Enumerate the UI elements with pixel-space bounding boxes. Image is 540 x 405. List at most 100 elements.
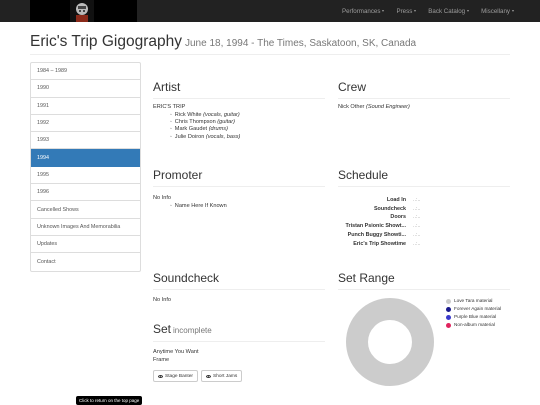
crew-divider bbox=[338, 98, 510, 99]
stage-banter-label: Stage Banter bbox=[165, 373, 194, 379]
member-name: Chris Thompson bbox=[174, 119, 216, 126]
schedule-time: ..:.. bbox=[413, 223, 421, 230]
member-item: Julie Doiron (vocals, bass) bbox=[160, 133, 241, 141]
caret-down-icon bbox=[467, 10, 470, 12]
member-item: Rick White (vocals, guitar) bbox=[160, 112, 240, 119]
promoter-divider bbox=[153, 186, 325, 187]
artist-band-name: ERIC'S TRIP bbox=[153, 104, 186, 110]
legend-swatch bbox=[446, 298, 451, 304]
artist-members-list: Rick White (vocals, guitar) Chris Thomps… bbox=[160, 112, 241, 141]
schedule-row: Load In..:.. bbox=[338, 196, 438, 205]
navbar: Performances Press Back Catalog Miscella… bbox=[0, 0, 540, 22]
promoter-item: Name Here If Known bbox=[160, 203, 227, 210]
schedule-label: Load In bbox=[386, 197, 406, 203]
sidebar-item-1991[interactable]: 1991 bbox=[31, 98, 140, 115]
nav-menu: Performances Press Back Catalog Miscella… bbox=[342, 0, 514, 22]
nav-miscellany[interactable]: Miscellany bbox=[481, 8, 514, 15]
crew-heading: Crew bbox=[338, 80, 367, 94]
schedule-label: Punch Buggy Showti... bbox=[347, 231, 406, 238]
legend-label: Forever Again material bbox=[454, 306, 502, 312]
schedule-time: ..:.. bbox=[413, 197, 421, 203]
sidebar-item-1992[interactable]: 1992 bbox=[31, 115, 140, 133]
set-range-donut-chart bbox=[346, 298, 434, 386]
legend-item: Purple Blue material bbox=[446, 313, 514, 321]
sidebar-item-1990[interactable]: 1990 bbox=[31, 80, 140, 98]
legend-item: Love Tara material bbox=[446, 297, 514, 305]
sidebar-item-1993[interactable]: 1993 bbox=[31, 132, 140, 150]
logo[interactable] bbox=[30, 0, 137, 22]
soundcheck-divider bbox=[153, 289, 325, 290]
set-divider bbox=[153, 341, 325, 342]
nav-performances-label: Performances bbox=[341, 7, 381, 15]
page-title: Eric's Trip Gigography June 18, 1994 - Th… bbox=[30, 33, 416, 51]
schedule-divider bbox=[338, 186, 510, 187]
member-role: (vocals, bass) bbox=[205, 133, 241, 140]
schedule-row: Eric's Trip Showtime..:.. bbox=[338, 240, 438, 249]
title-divider bbox=[30, 54, 510, 55]
donut-slice bbox=[346, 298, 434, 386]
sidebar-item-1984-1989[interactable]: 1984 – 1989 bbox=[31, 63, 140, 81]
legend-item: Non-album material bbox=[446, 321, 514, 329]
schedule-label: Eric's Trip Showtime bbox=[353, 240, 406, 247]
legend-label: Non-album material bbox=[454, 322, 495, 328]
set-song[interactable]: Anytime You Want bbox=[153, 349, 199, 357]
promoter-list: Name Here If Known bbox=[160, 203, 227, 210]
set-heading: Set incomplete bbox=[153, 322, 212, 336]
set-range-divider bbox=[338, 289, 510, 290]
set-range-legend: Love Tara material Forever Again materia… bbox=[446, 297, 514, 329]
sidebar-item-1995[interactable]: 1995 bbox=[31, 167, 140, 185]
logo-image-icon bbox=[70, 0, 94, 22]
nav-back-catalog[interactable]: Back Catalog bbox=[428, 7, 470, 15]
caret-down-icon bbox=[414, 10, 417, 12]
member-role: (drums) bbox=[208, 126, 228, 133]
sidebar: 1984 – 1989 1990 1991 1992 1993 1994 199… bbox=[30, 62, 141, 272]
member-role: (vocals, guitar) bbox=[203, 112, 240, 118]
nav-press-label: Press bbox=[396, 7, 413, 15]
schedule-row: Tristan Psionic Showt.....:.. bbox=[338, 222, 438, 231]
member-item: Mark Gaudet (drums) bbox=[160, 126, 240, 133]
promoter-heading: Promoter bbox=[153, 168, 203, 182]
schedule-label: Tristan Psionic Showt... bbox=[345, 223, 406, 230]
schedule-row: Soundcheck..:.. bbox=[338, 205, 438, 214]
set-song[interactable]: Frame bbox=[153, 357, 169, 365]
caret-down-icon bbox=[382, 10, 385, 12]
artist-heading: Artist bbox=[153, 80, 181, 94]
schedule-time: ..:.. bbox=[413, 240, 421, 247]
schedule-table: Load In..:.. Soundcheck..:.. Doors..:.. … bbox=[338, 196, 438, 248]
promoter-info: No Info bbox=[153, 195, 172, 201]
soundcheck-heading: Soundcheck bbox=[153, 271, 220, 285]
nav-back-catalog-label: Back Catalog bbox=[428, 7, 466, 15]
sidebar-item-1996[interactable]: 1996 bbox=[31, 184, 140, 202]
legend-item: Forever Again material bbox=[446, 305, 514, 313]
eye-icon bbox=[206, 374, 211, 378]
sidebar-item-1994[interactable]: 1994 bbox=[31, 149, 140, 167]
sidebar-item-cancelled-shows[interactable]: Cancelled Shows bbox=[31, 201, 140, 219]
set-range-heading: Set Range bbox=[338, 271, 395, 285]
schedule-row: Punch Buggy Showti.....:.. bbox=[338, 231, 438, 240]
artist-divider bbox=[153, 98, 325, 99]
schedule-time: ..:.. bbox=[413, 231, 421, 238]
schedule-heading: Schedule bbox=[338, 168, 389, 182]
nav-press[interactable]: Press bbox=[396, 7, 417, 15]
schedule-label: Doors bbox=[390, 214, 406, 221]
stage-banter-button[interactable]: Stage Banter bbox=[153, 370, 199, 382]
crew-role: (Sound Engineer) bbox=[365, 104, 410, 110]
sidebar-item-contact[interactable]: Contact bbox=[31, 253, 140, 270]
crew-name: Nick Other bbox=[338, 104, 365, 110]
member-name: Mark Gaudet bbox=[174, 126, 208, 133]
schedule-time: ..:.. bbox=[413, 214, 421, 221]
member-name: Rick White bbox=[174, 112, 202, 118]
sidebar-item-updates[interactable]: Updates bbox=[31, 236, 140, 254]
schedule-time: ..:.. bbox=[413, 205, 421, 212]
member-role: (guitar) bbox=[217, 119, 235, 126]
crew-member: Nick Other (Sound Engineer) bbox=[338, 104, 410, 112]
nav-performances[interactable]: Performances bbox=[342, 8, 385, 15]
sidebar-item-unknown-images[interactable]: Unknown Images And Memorabilia bbox=[31, 219, 140, 236]
short-jams-label: Short Jams bbox=[213, 373, 238, 379]
back-to-top-tooltip[interactable]: Click to return on the top page bbox=[76, 396, 143, 405]
page-title-main: Eric's Trip Gigography bbox=[30, 33, 182, 50]
schedule-label: Soundcheck bbox=[373, 205, 406, 212]
short-jams-button[interactable]: Short Jams bbox=[201, 370, 243, 382]
set-heading-label: Set bbox=[153, 322, 172, 336]
schedule-row: Doors..:.. bbox=[338, 213, 438, 222]
